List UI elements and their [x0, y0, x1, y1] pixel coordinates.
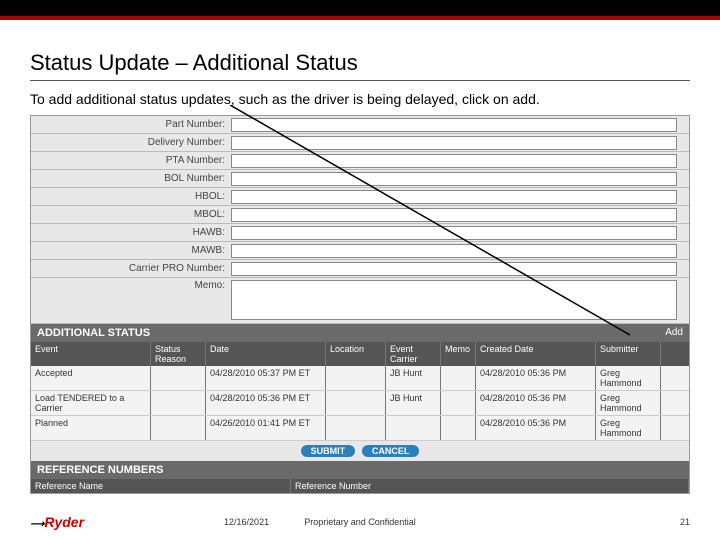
- pta-number-input[interactable]: [231, 154, 677, 168]
- mawb-label: MAWB:: [31, 245, 231, 256]
- instruction-text: To add additional status updates, such a…: [30, 91, 690, 107]
- mbol-input[interactable]: [231, 208, 677, 222]
- mawb-input[interactable]: [231, 244, 677, 258]
- form-row-part-number: Part Number:: [31, 116, 689, 134]
- form-row-carrier-pro: Carrier PRO Number:: [31, 260, 689, 278]
- app-screenshot: Part Number: Delivery Number: PTA Number…: [30, 115, 690, 494]
- form-row-mawb: MAWB:: [31, 242, 689, 260]
- page-title: Status Update – Additional Status: [30, 50, 690, 81]
- table-row: Planned04/26/2010 01:41 PM ET04/28/2010 …: [31, 416, 689, 441]
- form-row-bol-number: BOL Number:: [31, 170, 689, 188]
- pta-number-label: PTA Number:: [31, 155, 231, 166]
- memo-input[interactable]: [231, 280, 677, 320]
- slide-footer: ⟶Ryder 12/16/2021 Proprietary and Confid…: [30, 514, 690, 530]
- form-row-mbol: MBOL:: [31, 206, 689, 224]
- submit-button[interactable]: SUBMIT: [301, 445, 356, 457]
- status-table-header: Event Status Reason Date Location Event …: [31, 342, 689, 366]
- table-row: Load TENDERED to a Carrier04/28/2010 05:…: [31, 391, 689, 416]
- col-ref-name: Reference Name: [31, 479, 291, 493]
- ryder-logo: ⟶Ryder: [30, 514, 84, 530]
- part-number-label: Part Number:: [31, 119, 231, 130]
- form-row-hawb: HAWB:: [31, 224, 689, 242]
- button-row: SUBMIT CANCEL: [31, 441, 689, 461]
- col-carrier: Event Carrier: [386, 342, 441, 366]
- additional-status-title: ADDITIONAL STATUS: [37, 327, 150, 339]
- add-link[interactable]: Add: [665, 327, 683, 339]
- memo-label: Memo:: [31, 280, 231, 291]
- carrier-pro-input[interactable]: [231, 262, 677, 276]
- carrier-pro-label: Carrier PRO Number:: [31, 263, 231, 274]
- col-reason: Status Reason: [151, 342, 206, 366]
- slide-topbar: [0, 0, 720, 20]
- hbol-input[interactable]: [231, 190, 677, 204]
- reference-table: Reference Name Reference Number: [31, 479, 689, 493]
- form-row-pta-number: PTA Number:: [31, 152, 689, 170]
- reference-table-header: Reference Name Reference Number: [31, 479, 689, 493]
- bol-number-input[interactable]: [231, 172, 677, 186]
- part-number-input[interactable]: [231, 118, 677, 132]
- footer-page: 21: [680, 517, 690, 527]
- footer-date: 12/16/2021: [224, 517, 269, 527]
- col-location: Location: [326, 342, 386, 366]
- hawb-label: HAWB:: [31, 227, 231, 238]
- bol-number-label: BOL Number:: [31, 173, 231, 184]
- reference-numbers-header: REFERENCE NUMBERS: [31, 461, 689, 479]
- col-created: Created Date: [476, 342, 596, 366]
- delivery-number-input[interactable]: [231, 136, 677, 150]
- col-submitter: Submitter: [596, 342, 661, 366]
- mbol-label: MBOL:: [31, 209, 231, 220]
- reference-numbers-title: REFERENCE NUMBERS: [37, 464, 164, 476]
- status-table: Event Status Reason Date Location Event …: [31, 342, 689, 441]
- form-row-delivery-number: Delivery Number:: [31, 134, 689, 152]
- col-event: Event: [31, 342, 151, 366]
- footer-confidential: Proprietary and Confidential: [304, 517, 416, 527]
- form-row-hbol: HBOL:: [31, 188, 689, 206]
- delivery-number-label: Delivery Number:: [31, 137, 231, 148]
- additional-status-header: ADDITIONAL STATUS Add: [31, 324, 689, 342]
- col-ref-number: Reference Number: [291, 479, 689, 493]
- col-memo: Memo: [441, 342, 476, 366]
- cancel-button[interactable]: CANCEL: [362, 445, 420, 457]
- hawb-input[interactable]: [231, 226, 677, 240]
- table-row: Accepted04/28/2010 05:37 PM ETJB Hunt04/…: [31, 366, 689, 391]
- col-date: Date: [206, 342, 326, 366]
- hbol-label: HBOL:: [31, 191, 231, 202]
- form-row-memo: Memo:: [31, 278, 689, 324]
